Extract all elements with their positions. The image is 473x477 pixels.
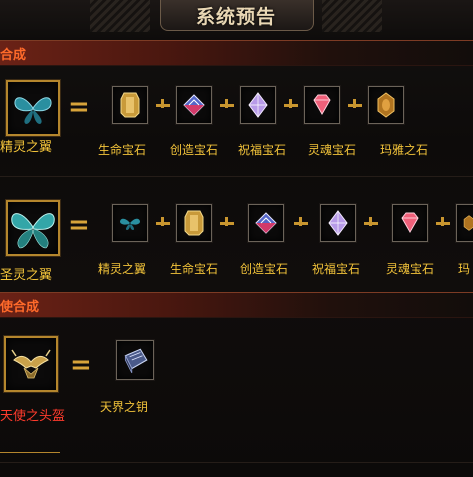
equals-sign-1: = — [68, 92, 90, 122]
ingredient-label: 创造宝石 — [170, 143, 219, 157]
recipe-panel: 系统预告 合成 = 精灵之翼 生命宝石 创造宝石 祝福宝石 灵魂宝石 玛雅之石 … — [0, 0, 473, 477]
ingredient-label: 祝福宝石 — [312, 262, 361, 276]
angel-helm-icon — [11, 349, 51, 379]
row-divider — [0, 176, 473, 177]
maya-stone-icon — [463, 215, 473, 231]
plus-sign-3 — [284, 99, 298, 112]
section-title-1: 合成 — [0, 48, 27, 63]
ingredient-slot-soul-jewel[interactable] — [304, 86, 340, 124]
ingredient-label: 玛 — [458, 262, 471, 276]
ingredient-slot-key-of-heaven[interactable] — [116, 340, 154, 380]
fairy-wings-icon — [120, 218, 140, 230]
ingredient-slot-wings-of-fairy[interactable] — [112, 204, 148, 242]
ingredient-label: 灵魂宝石 — [386, 262, 435, 276]
section-header-1: 合成 — [0, 40, 473, 66]
ingredient-label: 玛雅之石 — [380, 143, 429, 157]
result-label-3: 天使之头盔 — [0, 409, 66, 424]
result-slot-wings-of-spirit[interactable] — [6, 200, 60, 256]
section-header-2: 使合成 — [0, 292, 473, 318]
header-bar: 系统预告 — [0, 0, 473, 41]
bless-jewel-icon — [248, 92, 268, 118]
soul-jewel-icon — [313, 94, 331, 116]
section-title-2: 使合成 — [0, 300, 40, 315]
ingredient-label: 灵魂宝石 — [308, 143, 357, 157]
plus-sign-2 — [220, 99, 234, 112]
plus-sign-7 — [294, 217, 308, 230]
life-jewel-icon — [120, 92, 140, 118]
heaven-key-icon — [124, 348, 148, 374]
row-divider — [0, 462, 473, 463]
ingredient-label: 生命宝石 — [170, 262, 219, 276]
ingredient-slot-creation-jewel[interactable] — [248, 204, 284, 242]
ingredient-slot-life-jewel[interactable] — [112, 86, 148, 124]
ingredient-label: 创造宝石 — [240, 262, 289, 276]
creation-jewel-icon — [183, 94, 205, 116]
plus-sign-6 — [220, 217, 234, 230]
ingredient-slot-soul-jewel[interactable] — [392, 204, 428, 242]
ingredient-slot-maya-stone[interactable] — [368, 86, 404, 124]
bottom-frame-edge — [0, 452, 60, 453]
page-title: 系统预告 — [195, 6, 276, 28]
ingredient-slot-life-jewel[interactable] — [176, 204, 212, 242]
plus-sign-9 — [436, 217, 450, 230]
plus-sign-1 — [156, 99, 170, 112]
result-slot-wings-of-fairy[interactable] — [6, 80, 60, 136]
plus-sign-8 — [364, 217, 378, 230]
ingredient-label: 精灵之翼 — [98, 262, 147, 276]
spirit-wings-icon — [11, 213, 55, 249]
ingredient-label: 生命宝石 — [98, 143, 147, 157]
soul-jewel-icon — [401, 212, 419, 234]
plus-sign-4 — [348, 99, 362, 112]
creation-jewel-icon — [255, 212, 277, 234]
header-ornament-right — [322, 0, 382, 32]
maya-stone-icon — [377, 92, 395, 118]
life-jewel-icon — [184, 210, 204, 236]
fairy-wings-icon — [14, 97, 52, 124]
bless-jewel-icon — [328, 210, 348, 236]
equals-sign-3: = — [70, 350, 92, 380]
header-ornament-left — [90, 0, 150, 32]
result-label-1: 精灵之翼 — [0, 140, 53, 155]
ingredient-label: 天界之钥 — [100, 400, 149, 414]
plus-sign-5 — [156, 217, 170, 230]
ingredient-slot-bless-jewel[interactable] — [320, 204, 356, 242]
ingredient-slot-bless-jewel[interactable] — [240, 86, 276, 124]
ingredient-slot-creation-jewel[interactable] — [176, 86, 212, 124]
result-label-2: 圣灵之翼 — [0, 268, 53, 283]
equals-sign-2: = — [68, 210, 90, 240]
result-slot-angel-helm[interactable] — [4, 336, 58, 392]
ingredient-label: 祝福宝石 — [238, 143, 287, 157]
ingredient-slot-maya-stone-partial[interactable] — [456, 204, 473, 242]
